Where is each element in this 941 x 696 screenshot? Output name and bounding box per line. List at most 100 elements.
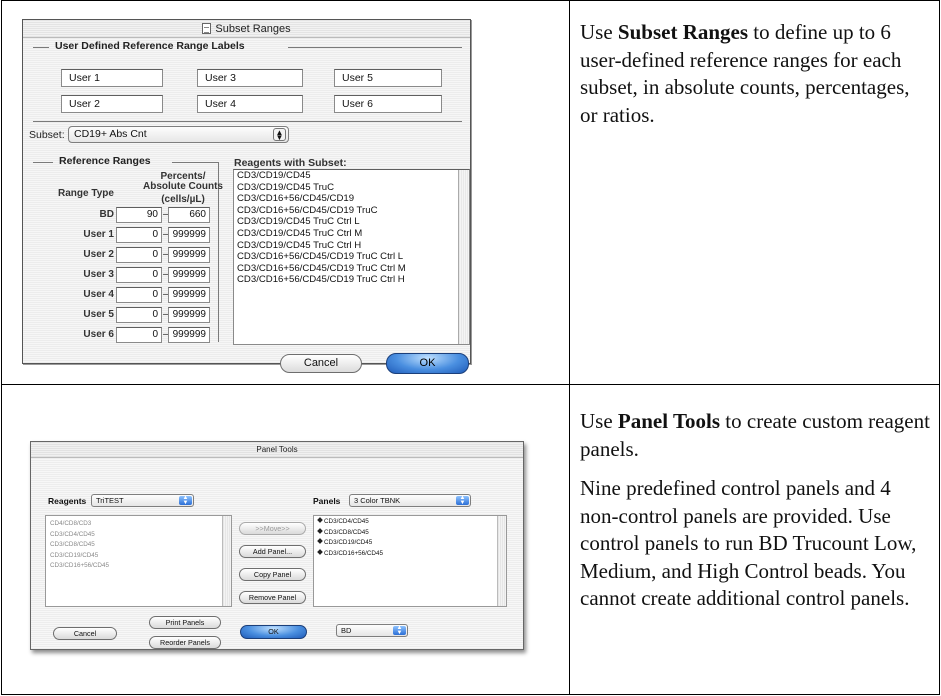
reagents-list[interactable]: CD4/CD8/CD3 CD3/CD4/CD45 CD3/CD8/CD45 CD… (45, 515, 232, 607)
range-user5-low[interactable]: 0 (116, 307, 162, 323)
subset-popup-value: CD19+ Abs Cnt (74, 128, 147, 140)
range-user6-low[interactable]: 0 (116, 327, 162, 343)
desc-text: Use (580, 409, 618, 433)
range-label-user5: User 5 (83, 309, 114, 320)
list-item[interactable]: CD4/CD8/CD3 (46, 519, 231, 530)
reagents-popup[interactable]: TriTEST ▲ ▼ (91, 494, 194, 507)
range-user3-high[interactable]: 999999 (168, 267, 210, 283)
user-2-label-field[interactable]: User 2 (61, 95, 163, 113)
group-rule (33, 162, 53, 163)
range-user2-high[interactable]: 999999 (168, 247, 210, 263)
panels-popup-value: 3 Color TBNK (354, 496, 401, 505)
list-item[interactable]: CD3/CD19/CD45 TruC Ctrl M (234, 228, 469, 240)
list-item-label: CD3/CD4/CD45 (324, 518, 369, 525)
range-label-user4: User 4 (83, 289, 114, 300)
user-4-label-field[interactable]: User 4 (197, 95, 303, 113)
counts-header-line2: Absolute Counts (143, 181, 223, 192)
list-item[interactable]: CD3/CD16+56/CD45/CD19 TruC Ctrl L (234, 251, 469, 263)
list-item[interactable]: CD3/CD19/CD45 TruC Ctrl H (234, 240, 469, 252)
list-item[interactable]: CD3/CD16+56/CD45 (46, 561, 231, 572)
diamond-icon (317, 548, 323, 555)
range-user4-low[interactable]: 0 (116, 287, 162, 303)
dialog-titlebar: Panel Tools (31, 442, 523, 458)
range-label-user6: User 6 (83, 329, 114, 340)
diamond-icon (317, 538, 323, 544)
list-item-label: CD3/CD16+56/CD45 (324, 549, 383, 557)
range-bd-low[interactable]: 90 (116, 207, 162, 223)
chevron-updown-icon: ▲ ▼ (393, 625, 406, 636)
desc-bold: Panel Tools (617, 409, 721, 433)
user-6-label-field[interactable]: User 6 (334, 95, 442, 113)
scrollbar[interactable] (222, 516, 231, 606)
panels-popup[interactable]: 3 Color TBNK ▲ ▼ (349, 494, 471, 507)
range-label-user3: User 3 (83, 269, 114, 280)
user-labels-group-title: User Defined Reference Range Labels (55, 40, 245, 52)
list-item-label: CD3/CD19/CD45 (324, 539, 373, 546)
list-item[interactable]: CD3/CD16+56/CD45/CD19 TruC (234, 205, 469, 217)
range-user1-high[interactable]: 999999 (168, 227, 210, 243)
list-item[interactable]: CD3/CD19/CD45 TruC (234, 182, 469, 194)
list-item[interactable]: CD3/CD19/CD45 (234, 170, 469, 182)
chevron-updown-icon: ▲ ▼ (456, 495, 469, 506)
move-button[interactable]: >>Move>> (239, 522, 306, 535)
range-user2-low[interactable]: 0 (116, 247, 162, 263)
subset-ranges-description: Use Subset Ranges to define up to 6 user… (580, 19, 930, 129)
scrollbar[interactable] (458, 170, 469, 344)
range-user3-low[interactable]: 0 (116, 267, 162, 283)
list-item[interactable]: CD3/CD4/CD45 (46, 530, 231, 541)
range-type-header: Range Type (58, 188, 114, 199)
print-panels-button[interactable]: Print Panels (149, 616, 221, 629)
list-item[interactable]: CD3/CD19/CD45 (314, 538, 506, 549)
counts-header-line3: (cells/µL) (161, 194, 205, 205)
panel-tools-dialog: Panel Tools Reagents TriTEST ▲ ▼ Panels 3… (30, 441, 524, 650)
desc-paragraph: Nine predefined control panels and 4 non… (580, 476, 917, 610)
list-item[interactable]: CD3/CD19/CD45 TruC Ctrl L (234, 216, 469, 228)
document-icon (202, 23, 212, 34)
add-panel-button[interactable]: Add Panel... (239, 545, 306, 558)
group-rule (33, 47, 49, 48)
range-user4-high[interactable]: 999999 (168, 287, 210, 303)
reference-ranges-group-title: Reference Ranges (59, 155, 151, 167)
panels-label: Panels (313, 496, 341, 506)
user-5-label-field[interactable]: User 5 (334, 69, 442, 87)
reagents-label: Reagents (48, 496, 87, 506)
chevron-updown-icon: ▲ ▼ (273, 128, 286, 142)
reagents-list[interactable]: CD3/CD19/CD45 CD3/CD19/CD45 TruC CD3/CD1… (233, 169, 470, 345)
chevron-updown-icon: ▲ ▼ (179, 495, 192, 506)
list-item[interactable]: CD3/CD16+56/CD45/CD19 TruC Ctrl H (234, 274, 469, 286)
desc-text: Use (580, 20, 618, 44)
list-item[interactable]: CD3/CD16+56/CD45/CD19 TruC Ctrl M (234, 263, 469, 275)
reagents-popup-value: TriTEST (96, 496, 124, 505)
subset-popup[interactable]: CD19+ Abs Cnt ▲ ▼ (68, 126, 289, 143)
range-user1-low[interactable]: 0 (116, 227, 162, 243)
remove-panel-button[interactable]: Remove Panel (239, 591, 306, 604)
reorder-panels-button[interactable]: Reorder Panels (149, 636, 221, 649)
group-rule (288, 47, 462, 48)
list-item[interactable]: CD3/CD19/CD45 (46, 551, 231, 562)
range-user5-high[interactable]: 999999 (168, 307, 210, 323)
table-column-divider (569, 1, 570, 694)
reagents-with-subset-header: Reagents with Subset: (234, 157, 347, 169)
cancel-button[interactable]: Cancel (53, 627, 117, 640)
bd-popup[interactable]: BD ▲ ▼ (336, 624, 408, 637)
list-item[interactable]: CD3/CD16+56/CD45/CD19 (234, 193, 469, 205)
list-item[interactable]: CD3/CD4/CD45 (314, 517, 506, 528)
range-bd-high[interactable]: 660 (168, 207, 210, 223)
subset-label: Subset: (29, 129, 65, 141)
dialog-title: Subset Ranges (215, 23, 291, 35)
ok-button[interactable]: OK (386, 353, 469, 374)
user-1-label-field[interactable]: User 1 (61, 69, 163, 87)
ok-button[interactable]: OK (240, 625, 307, 639)
range-user6-high[interactable]: 999999 (168, 327, 210, 343)
list-item[interactable]: CD3/CD8/CD45 (314, 527, 506, 539)
list-item[interactable]: CD3/CD8/CD45 (46, 540, 231, 551)
group-rule (172, 162, 218, 163)
scrollbar[interactable] (497, 516, 506, 606)
list-item[interactable]: CD3/CD16+56/CD45 (314, 548, 506, 560)
panels-list[interactable]: CD3/CD4/CD45 CD3/CD8/CD45 CD3/CD19/CD45 … (313, 515, 507, 607)
copy-panel-button[interactable]: Copy Panel (239, 568, 306, 581)
diamond-icon (317, 527, 323, 534)
user-3-label-field[interactable]: User 3 (197, 69, 303, 87)
range-label-user1: User 1 (83, 229, 114, 240)
cancel-button[interactable]: Cancel (280, 354, 362, 373)
